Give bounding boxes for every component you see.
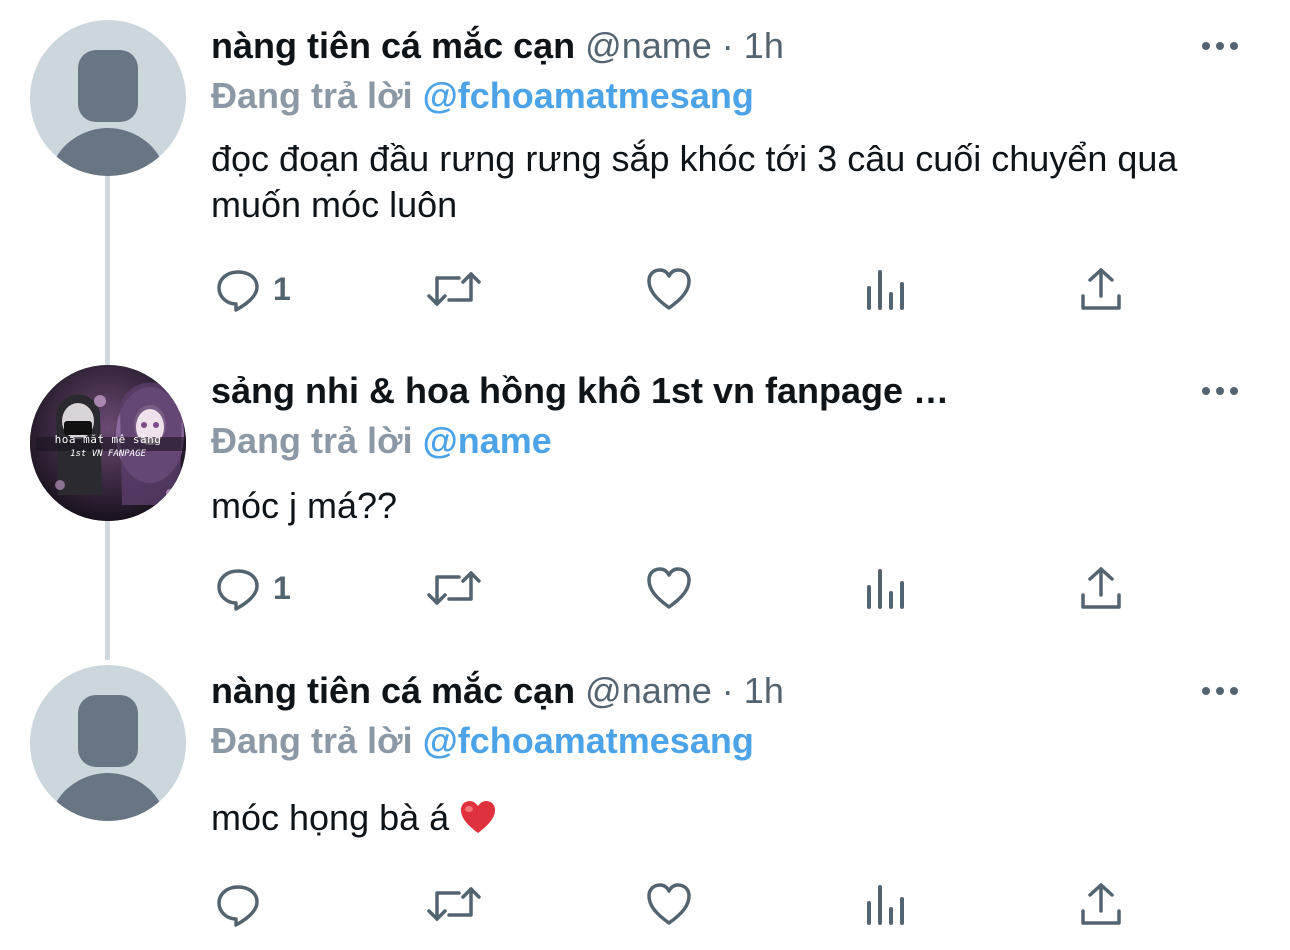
action-bar: 1 xyxy=(211,565,1131,615)
more-options-icon[interactable] xyxy=(1202,387,1238,395)
reply-icon xyxy=(217,885,259,927)
share-icon xyxy=(1081,567,1121,609)
reply-icon xyxy=(217,569,259,611)
tweet-header: sảng nhi & hoa hồng khô 1st vn fanpage … xyxy=(211,369,949,413)
action-bar: 1 xyxy=(211,266,1131,316)
analytics-icon xyxy=(867,885,904,925)
red-heart-emoji-icon xyxy=(461,801,496,833)
reply-mention[interactable]: @name xyxy=(423,420,552,461)
avatar[interactable] xyxy=(30,20,186,176)
display-name[interactable]: nàng tiên cá mắc cạn xyxy=(211,670,575,711)
analytics-icon xyxy=(867,270,904,310)
tweet-header: nàng tiên cá mắc cạn @name · 1h xyxy=(211,24,784,68)
analytics-button[interactable] xyxy=(863,266,907,312)
like-button[interactable] xyxy=(645,266,693,312)
reply-button[interactable] xyxy=(215,881,273,927)
reply-count: 1 xyxy=(273,270,291,307)
retweet-button[interactable] xyxy=(425,565,483,611)
retweet-icon xyxy=(427,887,481,921)
timestamp[interactable]: 1h xyxy=(744,670,784,711)
avatar[interactable] xyxy=(30,665,186,821)
analytics-icon xyxy=(867,569,904,609)
avatar[interactable]: hoa mắt mê sảng 1st VN FANPAGE xyxy=(30,365,186,521)
avatar-subtitle: 1st VN FANPAGE xyxy=(70,449,146,459)
reply-context: Đang trả lời @fchoamatmesang xyxy=(211,719,754,763)
reply-context: Đang trả lời @fchoamatmesang xyxy=(211,74,754,118)
more-options-icon[interactable] xyxy=(1202,42,1238,50)
display-name[interactable]: sảng nhi & hoa hồng khô 1st vn fanpage … xyxy=(211,370,949,411)
reply-label: Đang trả lời xyxy=(211,75,413,116)
reply-icon xyxy=(217,270,259,312)
reply-mention[interactable]: @fchoamatmesang xyxy=(423,720,754,761)
share-button[interactable] xyxy=(1079,266,1123,312)
user-handle[interactable]: @name xyxy=(585,670,712,711)
reply-label: Đang trả lời xyxy=(211,420,413,461)
share-button[interactable] xyxy=(1079,565,1123,611)
reply-button[interactable]: 1 xyxy=(215,565,291,611)
tweet-text: móc họng bà á xyxy=(211,795,1251,841)
retweet-icon xyxy=(427,571,481,605)
heart-icon xyxy=(647,567,691,609)
tweet[interactable]: hoa mắt mê sảng 1st VN FANPAGE sảng nhi … xyxy=(0,345,1290,645)
avatar-title: hoa mắt mê sảng xyxy=(54,433,162,446)
retweet-icon xyxy=(427,272,481,306)
heart-icon xyxy=(647,883,691,925)
retweet-button[interactable] xyxy=(425,266,483,312)
more-options-icon[interactable] xyxy=(1202,687,1238,695)
analytics-button[interactable] xyxy=(863,565,907,611)
share-button[interactable] xyxy=(1079,881,1123,927)
separator: · xyxy=(721,670,734,711)
tweet-text: đọc đoạn đầu rưng rưng sắp khóc tới 3 câ… xyxy=(211,138,1178,225)
display-name[interactable]: nàng tiên cá mắc cạn xyxy=(211,25,575,66)
default-profile-icon xyxy=(50,695,166,821)
timestamp[interactable]: 1h xyxy=(744,25,784,66)
tweet-text-body: móc họng bà á xyxy=(211,797,450,838)
retweet-button[interactable] xyxy=(425,881,483,927)
share-icon xyxy=(1081,268,1121,310)
analytics-button[interactable] xyxy=(863,881,907,927)
default-profile-icon xyxy=(50,50,166,176)
tweet[interactable]: nàng tiên cá mắc cạn @name · 1h Đang trả… xyxy=(0,0,1290,340)
like-button[interactable] xyxy=(645,881,693,927)
tweet[interactable]: nàng tiên cá mắc cạn @name · 1h Đang trả… xyxy=(0,645,1290,950)
reply-label: Đang trả lời xyxy=(211,720,413,761)
like-button[interactable] xyxy=(645,565,693,611)
reply-count: 1 xyxy=(273,569,291,606)
separator: · xyxy=(721,25,734,66)
reply-button[interactable]: 1 xyxy=(215,266,291,312)
tweet-header: nàng tiên cá mắc cạn @name · 1h xyxy=(211,669,784,713)
reply-mention[interactable]: @fchoamatmesang xyxy=(423,75,754,116)
reply-context: Đang trả lời @name xyxy=(211,419,552,463)
user-handle[interactable]: @name xyxy=(585,25,712,66)
share-icon xyxy=(1081,883,1121,925)
tweet-text: móc j má?? xyxy=(211,485,398,526)
heart-icon xyxy=(647,268,691,310)
action-bar xyxy=(211,881,1131,931)
